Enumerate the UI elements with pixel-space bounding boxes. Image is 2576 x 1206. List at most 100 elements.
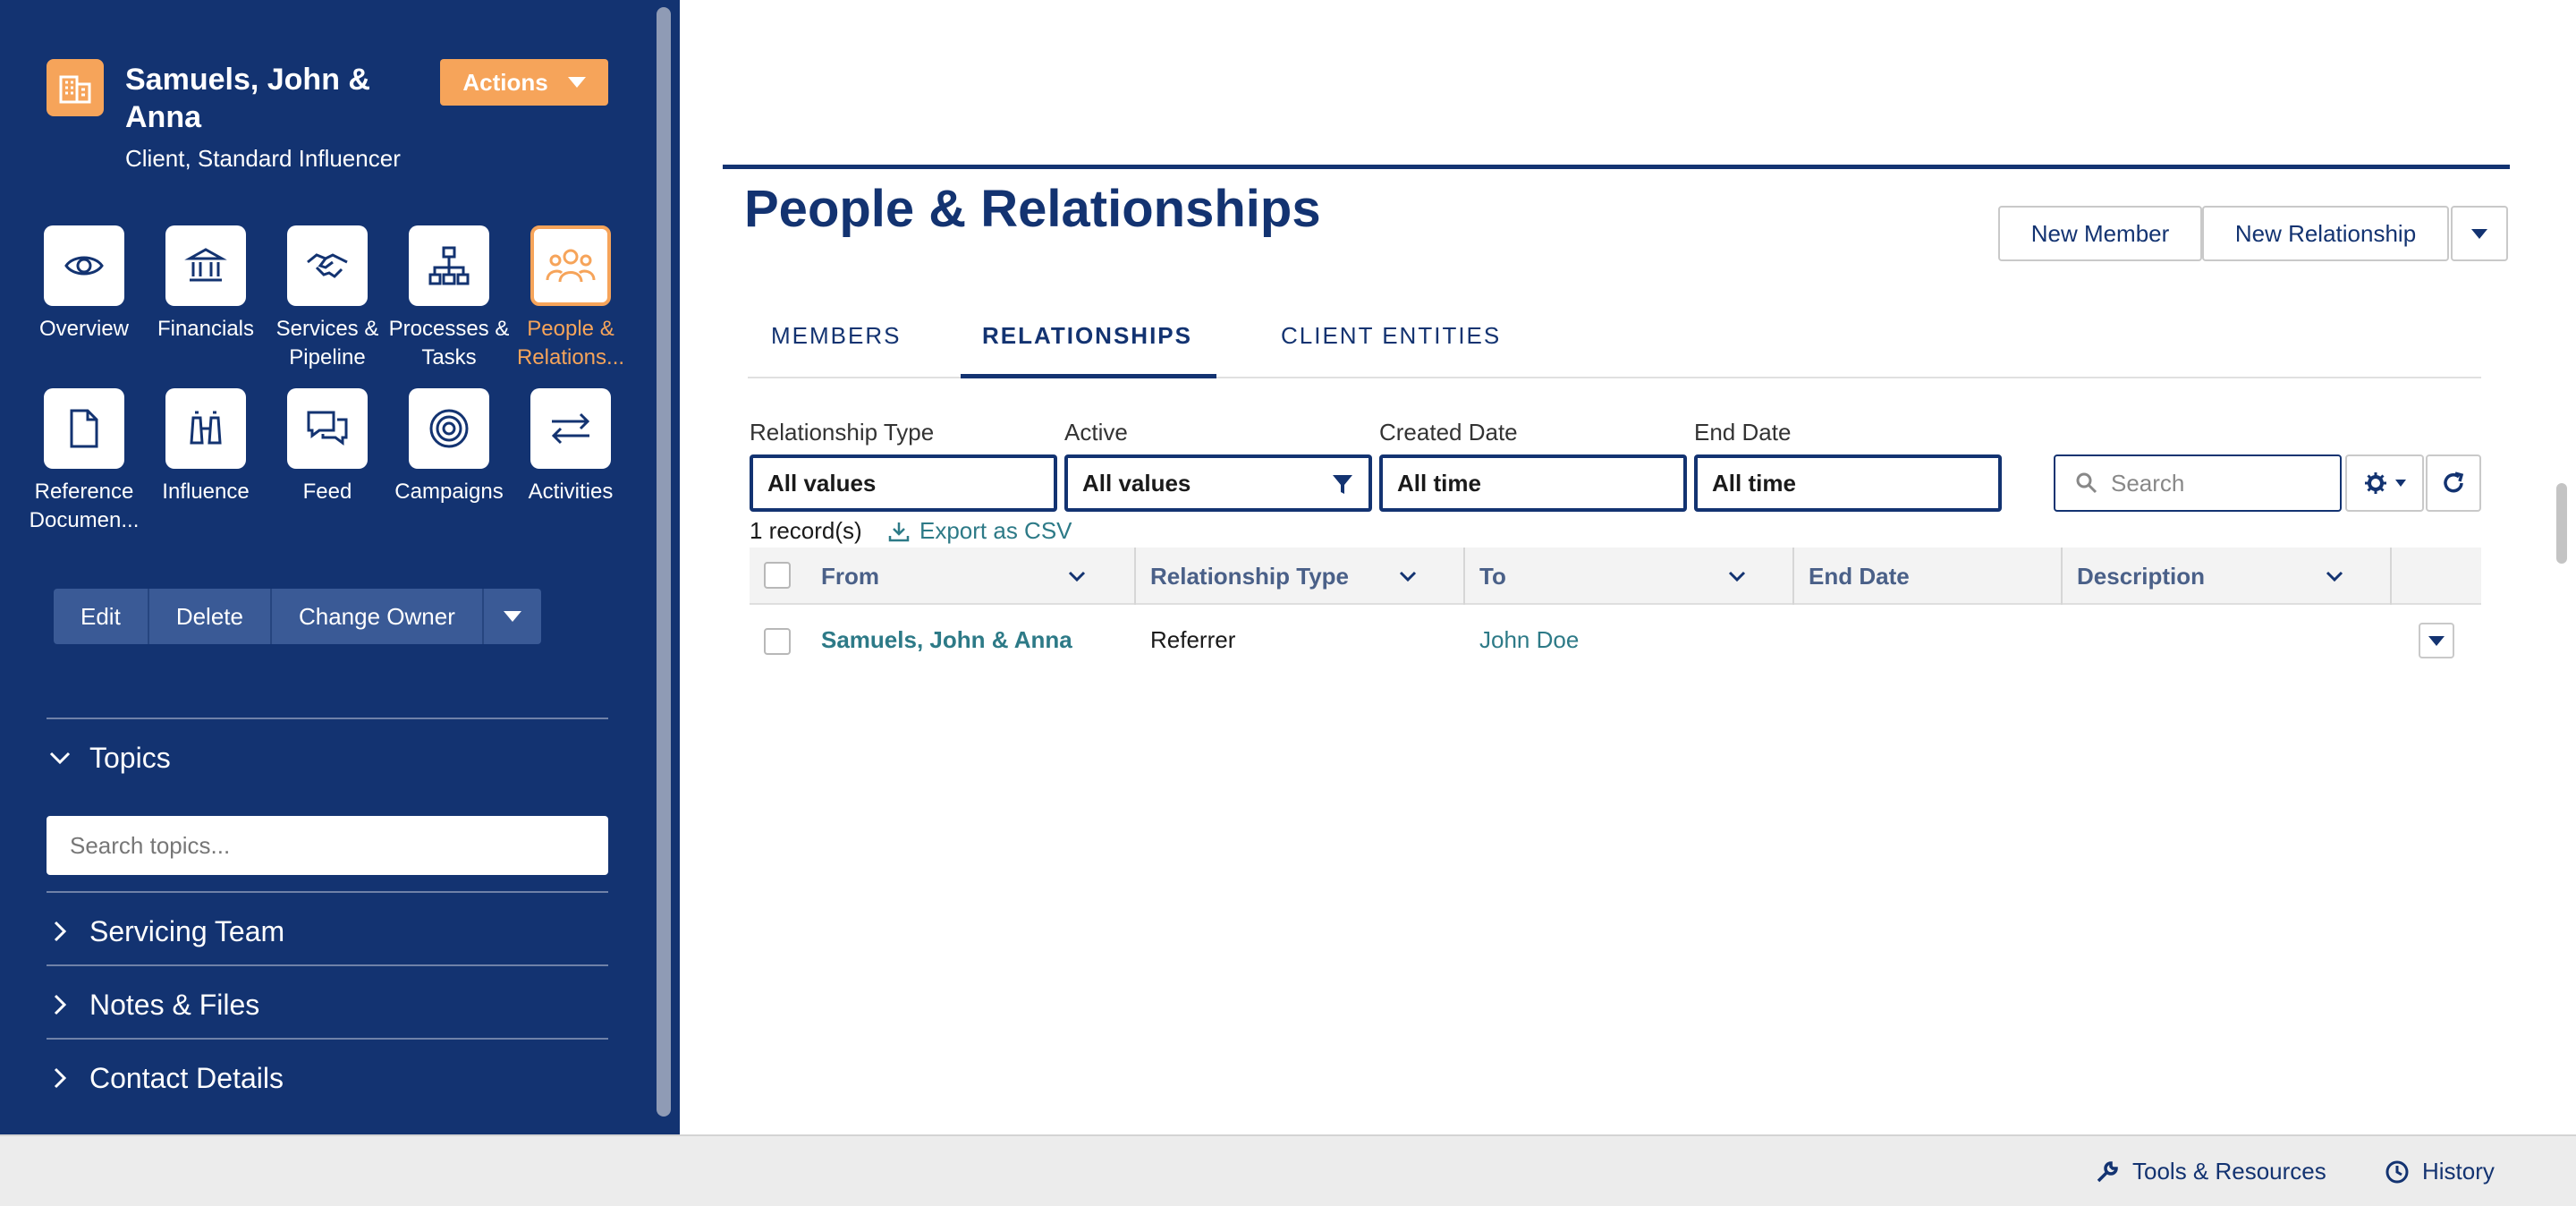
filter-label: Active [1064, 419, 1128, 446]
column-separator [1463, 548, 1465, 605]
tab-relationships[interactable]: RELATIONSHIPS [982, 322, 1192, 350]
nav-label: Feed [302, 480, 352, 504]
chevron-down-icon [2428, 635, 2445, 646]
nav-label: Financials [157, 317, 255, 341]
edit-button[interactable]: Edit [54, 589, 149, 644]
eye-icon [44, 225, 124, 306]
nav-overview[interactable]: Overview [23, 225, 145, 344]
chevron-down-icon [2471, 228, 2487, 239]
end-date-filter[interactable]: All time [1694, 454, 2002, 512]
search-topics-input[interactable] [47, 816, 608, 875]
nav-label: Processes & Tasks [388, 317, 510, 369]
nav-campaigns[interactable]: Campaigns [388, 388, 510, 506]
clock-icon [2385, 1160, 2409, 1183]
row-from-link[interactable]: Samuels, John & Anna [821, 626, 1072, 654]
download-icon [888, 522, 910, 541]
relationship-type-filter[interactable]: All values [750, 454, 1057, 512]
chevron-right-icon [54, 1067, 67, 1089]
servicing-team-label: Servicing Team [89, 914, 285, 947]
actions-button[interactable]: Actions [440, 59, 608, 106]
nav-financials[interactable]: Financials [145, 225, 267, 344]
record-button-group: Edit Delete Change Owner [54, 589, 541, 644]
actions-label: Actions [462, 68, 548, 96]
row-checkbox[interactable] [764, 628, 791, 655]
column-header-relationship-type[interactable]: Relationship Type [1150, 548, 1349, 605]
chevron-down-icon[interactable] [2324, 565, 2345, 587]
column-separator [1134, 548, 1136, 605]
contact-details-toggle[interactable]: Contact Details [47, 1047, 608, 1109]
sidebar-scrollbar[interactable] [657, 7, 671, 1117]
row-relationship-type: Referrer [1150, 626, 1236, 653]
notes-files-label: Notes & Files [89, 988, 260, 1021]
target-icon [409, 388, 489, 469]
chevron-down-icon[interactable] [1726, 565, 1748, 587]
tools-resources-link[interactable]: Tools & Resources [2095, 1158, 2326, 1185]
nav-activities[interactable]: Activities [510, 388, 631, 506]
history-link[interactable]: History [2385, 1158, 2495, 1185]
nav-reference-documents[interactable]: Reference Documen... [23, 388, 145, 535]
nav-label: Influence [162, 480, 250, 504]
refresh-icon [2444, 471, 2464, 493]
row-to-link[interactable]: John Doe [1479, 626, 1579, 654]
nav-label: Reference Documen... [29, 480, 140, 532]
chevron-down-icon[interactable] [1066, 565, 1088, 587]
chevron-right-icon [54, 921, 67, 942]
record-sidebar: Samuels, John & Anna Client, Standard In… [0, 0, 680, 1134]
more-create-button[interactable] [2451, 206, 2508, 261]
section-divider [47, 1038, 608, 1040]
chevron-right-icon [54, 994, 67, 1015]
chevron-down-icon [567, 77, 586, 88]
notes-files-toggle[interactable]: Notes & Files [47, 973, 608, 1036]
org-chart-icon [409, 225, 489, 306]
search-placeholder: Search [2111, 469, 2185, 497]
record-name: Samuels, John & Anna [125, 63, 370, 134]
tab-members[interactable]: MEMBERS [771, 322, 901, 350]
export-csv-link[interactable]: Export as CSV [887, 517, 1072, 545]
column-separator [2390, 548, 2392, 605]
nav-feed[interactable]: Feed [267, 388, 388, 506]
nav-label: Campaigns [394, 480, 504, 504]
column-separator [2061, 548, 2063, 605]
change-owner-button[interactable]: Change Owner [272, 589, 484, 644]
more-actions-button[interactable] [484, 589, 541, 644]
people-icon [530, 225, 611, 306]
history-label: History [2422, 1158, 2495, 1185]
select-all-checkbox[interactable] [764, 562, 791, 589]
servicing-team-toggle[interactable]: Servicing Team [47, 900, 608, 963]
building-icon [47, 59, 104, 116]
main-scrollbar[interactable] [2556, 483, 2567, 564]
bank-icon [165, 225, 246, 306]
active-filter-value: All values [1082, 469, 1191, 497]
chevron-down-icon[interactable] [1397, 565, 1419, 587]
nav-people-relationships[interactable]: People & Relations... [510, 225, 631, 372]
column-header-end-date[interactable]: End Date [1809, 548, 1910, 605]
tab-client-entities[interactable]: CLIENT ENTITIES [1281, 322, 1501, 350]
utility-bar: Tools & Resources History [0, 1134, 2576, 1206]
active-filter[interactable]: All values [1064, 454, 1372, 512]
refresh-button[interactable] [2426, 454, 2481, 512]
nav-processes-tasks[interactable]: Processes & Tasks [388, 225, 510, 372]
chevron-down-icon [2395, 480, 2406, 487]
section-divider [47, 891, 608, 893]
topics-label: Topics [89, 741, 171, 774]
chevron-down-icon [49, 752, 71, 765]
handshake-icon [287, 225, 368, 306]
topics-toggle[interactable]: Topics [47, 726, 608, 789]
row-actions-button[interactable] [2419, 623, 2454, 658]
search-input[interactable]: Search [2054, 454, 2342, 512]
active-tab-indicator [961, 374, 1216, 378]
funnel-icon [1333, 475, 1352, 494]
table-settings-button[interactable] [2345, 454, 2424, 512]
nav-influence[interactable]: Influence [145, 388, 267, 506]
new-relationship-button[interactable]: New Relationship [2202, 206, 2449, 261]
new-member-button[interactable]: New Member [1998, 206, 2202, 261]
column-header-description[interactable]: Description [2077, 548, 2205, 605]
column-header-to[interactable]: To [1479, 548, 1506, 605]
nav-services-pipeline[interactable]: Services & Pipeline [267, 225, 388, 372]
created-date-filter[interactable]: All time [1379, 454, 1687, 512]
column-separator [1792, 548, 1794, 605]
nav-label: Overview [38, 317, 130, 341]
chevron-down-icon [503, 611, 521, 622]
column-header-from[interactable]: From [821, 548, 879, 605]
delete-button[interactable]: Delete [149, 589, 272, 644]
